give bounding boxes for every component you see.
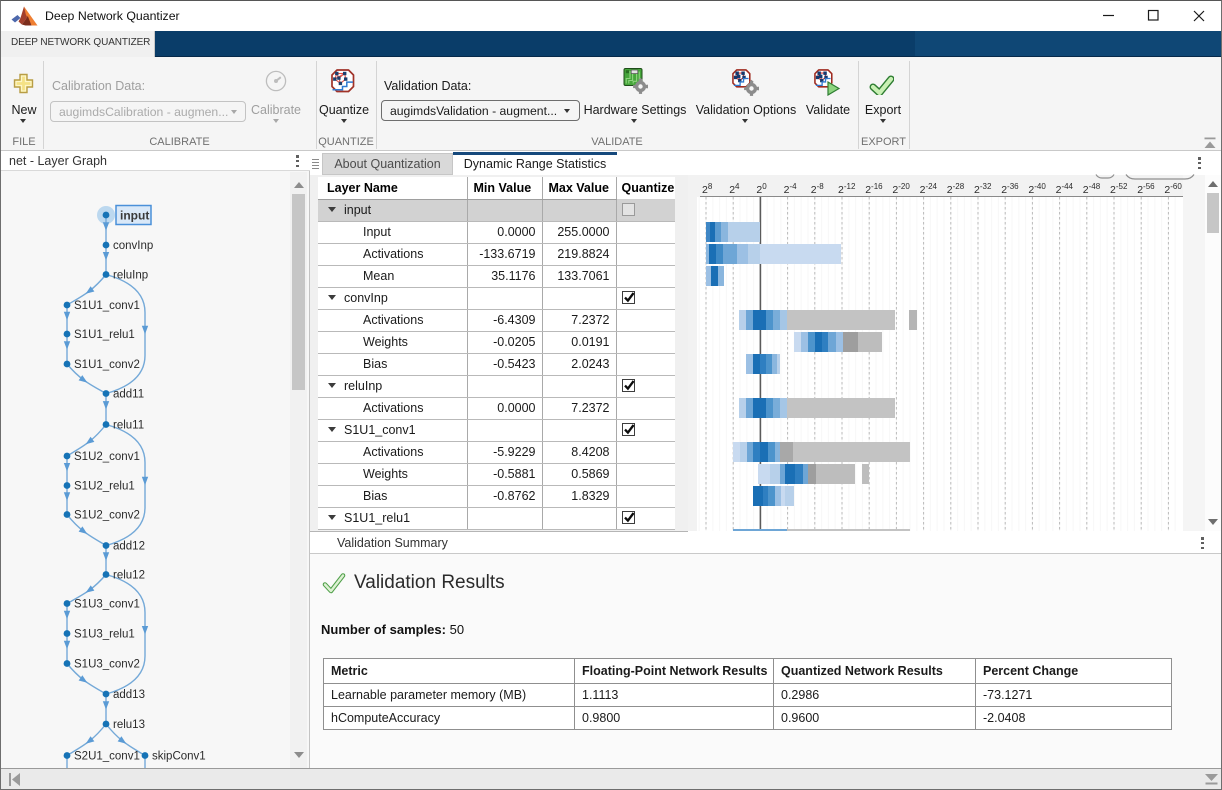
svg-text:add11: add11 (113, 389, 144, 401)
svg-text:S1U3_conv1: S1U3_conv1 (74, 599, 140, 611)
svg-text:S1U3_conv2: S1U3_conv2 (74, 659, 140, 671)
svg-text:relu11: relu11 (113, 420, 144, 432)
svg-text:S1U3_relu1: S1U3_relu1 (74, 629, 135, 641)
svg-text:S1U1_conv1: S1U1_conv1 (74, 300, 140, 312)
svg-text:S1U1_conv2: S1U1_conv2 (74, 359, 140, 371)
svg-text:relu13: relu13 (113, 719, 145, 731)
svg-text:S1U1_relu1: S1U1_relu1 (74, 329, 135, 341)
svg-text:S2U1_conv1: S2U1_conv1 (74, 751, 140, 763)
svg-text:skipConv1: skipConv1 (152, 751, 206, 763)
svg-text:S1U2_relu1: S1U2_relu1 (74, 481, 135, 493)
svg-text:add13: add13 (113, 689, 145, 701)
svg-text:S1U2_conv2: S1U2_conv2 (74, 510, 140, 522)
svg-text:convInp: convInp (113, 240, 153, 252)
svg-text:relu12: relu12 (113, 570, 145, 582)
svg-text:input: input (120, 209, 149, 223)
svg-text:reluInp: reluInp (113, 270, 148, 282)
svg-text:add12: add12 (113, 541, 145, 553)
svg-text:S1U2_conv1: S1U2_conv1 (74, 451, 140, 463)
